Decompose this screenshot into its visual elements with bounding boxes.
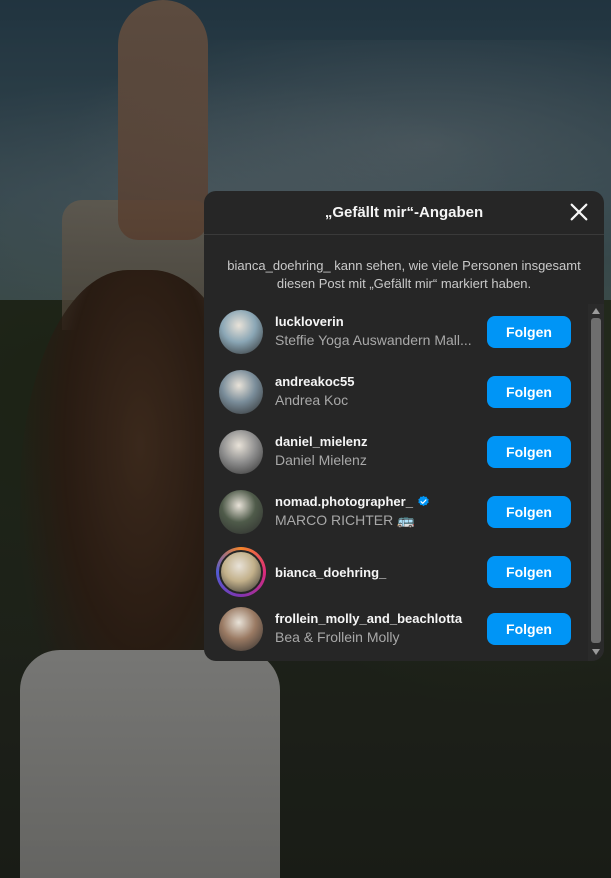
full-name: Andrea Koc xyxy=(275,392,349,408)
scrollbar-thumb[interactable] xyxy=(591,318,601,643)
follow-button[interactable]: Folgen xyxy=(487,376,571,408)
close-icon xyxy=(570,203,588,221)
dialog-title: „Gefällt mir“-Angaben xyxy=(324,204,484,221)
verified-badge-icon xyxy=(418,495,429,507)
list-item: luckloverin Steffie Yoga Auswandern Mall… xyxy=(204,302,588,362)
username-link[interactable]: frollein_molly_and_beachlotta xyxy=(275,611,475,626)
avatar[interactable] xyxy=(219,490,263,534)
list-item: nomad.photographer_ MARCO RICHTER 🚌 Folg… xyxy=(204,482,588,542)
follow-button[interactable]: Folgen xyxy=(487,613,571,645)
full-name: Steffie Yoga Auswandern Mall... xyxy=(275,332,472,348)
full-name: MARCO RICHTER 🚌 xyxy=(275,512,415,528)
avatar[interactable] xyxy=(219,607,263,651)
list-item: bianca_doehring_ Folgen xyxy=(204,542,588,602)
follow-button[interactable]: Folgen xyxy=(487,556,571,588)
follow-button[interactable]: Folgen xyxy=(487,496,571,528)
avatar-with-story-ring[interactable] xyxy=(216,547,266,597)
list-item: andreakoc55 Andrea Koc Folgen xyxy=(204,362,588,422)
username-link[interactable]: luckloverin xyxy=(275,314,475,329)
close-button[interactable] xyxy=(568,201,590,223)
avatar[interactable] xyxy=(219,310,263,354)
scroll-up-arrow-icon[interactable] xyxy=(588,304,604,318)
likes-dialog: „Gefällt mir“-Angaben bianca_doehring_ k… xyxy=(204,191,604,661)
follow-button[interactable]: Folgen xyxy=(487,436,571,468)
full-name: Daniel Mielenz xyxy=(275,452,367,468)
scroll-down-arrow-icon[interactable] xyxy=(588,645,604,659)
follow-button[interactable]: Folgen xyxy=(487,316,571,348)
full-name: Bea & Frollein Molly xyxy=(275,629,400,645)
username-link[interactable]: nomad.photographer_ xyxy=(275,494,475,509)
list-item: frollein_molly_and_beachlotta Bea & Frol… xyxy=(204,599,588,659)
likes-user-list: luckloverin Steffie Yoga Auswandern Mall… xyxy=(204,302,588,657)
username-link[interactable]: daniel_mielenz xyxy=(275,434,475,449)
username-link[interactable]: andreakoc55 xyxy=(275,374,475,389)
avatar[interactable] xyxy=(219,430,263,474)
list-item: daniel_mielenz Daniel Mielenz Folgen xyxy=(204,422,588,482)
username-link[interactable]: bianca_doehring_ xyxy=(275,565,475,580)
dialog-header: „Gefällt mir“-Angaben xyxy=(204,191,604,235)
avatar[interactable] xyxy=(219,370,263,414)
scrollbar[interactable] xyxy=(588,304,604,661)
